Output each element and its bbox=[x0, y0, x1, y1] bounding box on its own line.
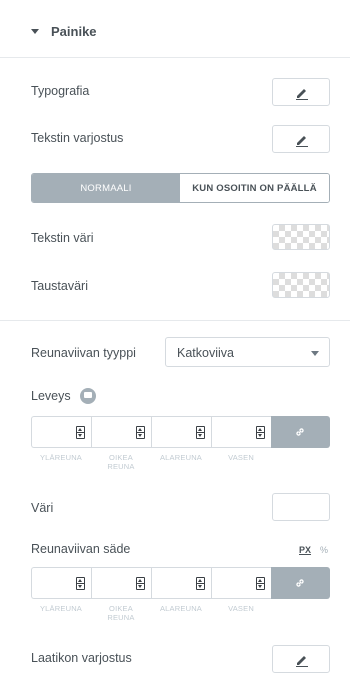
border-radius-side-labels: YLÄREUNA OIKEA REUNA ALAREUNA VASEN bbox=[31, 604, 271, 622]
side-label-bottom: ALAREUNA bbox=[159, 453, 203, 462]
background-color-label: Taustaväri bbox=[31, 279, 88, 293]
border-width-side-labels: YLÄREUNA OIKEA REUNA ALAREUNA VASEN bbox=[31, 453, 271, 471]
border-radius-right-input[interactable] bbox=[91, 567, 151, 599]
border-color-label: Väri bbox=[31, 501, 54, 515]
border-type-label: Reunaviivan tyyppi bbox=[31, 346, 136, 360]
tab-hover[interactable]: KUN OSOITIN ON PÄÄLLÄ bbox=[180, 174, 329, 202]
spinner-icon[interactable] bbox=[256, 577, 265, 590]
tab-normal[interactable]: NORMAALI bbox=[32, 174, 180, 202]
spinner-icon[interactable] bbox=[136, 577, 145, 590]
border-color-picker[interactable] bbox=[272, 493, 330, 521]
spinner-icon[interactable] bbox=[76, 426, 85, 439]
spinner-icon[interactable] bbox=[196, 577, 205, 590]
link-icon bbox=[296, 428, 304, 436]
spinner-icon[interactable] bbox=[76, 577, 85, 590]
pencil-icon bbox=[296, 89, 308, 100]
link-icon bbox=[296, 579, 304, 587]
divider bbox=[0, 320, 350, 321]
background-color-swatch[interactable] bbox=[272, 272, 330, 298]
spinner-icon[interactable] bbox=[256, 426, 265, 439]
state-tabs: NORMAALI KUN OSOITIN ON PÄÄLLÄ bbox=[31, 173, 330, 203]
border-radius-inputs bbox=[31, 567, 330, 599]
box-shadow-edit-button[interactable] bbox=[272, 645, 330, 673]
section-title: Painike bbox=[51, 24, 97, 39]
border-width-right-input[interactable] bbox=[91, 416, 151, 448]
border-radius-link-button[interactable] bbox=[271, 567, 330, 599]
pencil-icon bbox=[296, 136, 308, 147]
pencil-icon bbox=[296, 656, 308, 667]
chevron-down-icon bbox=[311, 351, 319, 356]
border-width-top-input[interactable] bbox=[31, 416, 91, 448]
spinner-icon[interactable] bbox=[196, 426, 205, 439]
border-radius-label: Reunaviivan säde bbox=[31, 542, 131, 556]
caret-down-icon bbox=[31, 29, 39, 34]
border-type-value: Katkoviiva bbox=[177, 346, 234, 360]
border-width-label: Leveys bbox=[31, 389, 71, 403]
unit-percent-toggle[interactable]: % bbox=[320, 545, 328, 555]
box-shadow-label: Laatikon varjostus bbox=[31, 651, 132, 665]
side-label-right: OIKEA REUNA bbox=[107, 604, 135, 622]
text-shadow-edit-button[interactable] bbox=[272, 125, 330, 153]
side-label-left: VASEN bbox=[228, 453, 254, 462]
side-label-top: YLÄREUNA bbox=[39, 453, 83, 462]
spinner-icon[interactable] bbox=[136, 426, 145, 439]
border-width-left-input[interactable] bbox=[211, 416, 271, 448]
border-width-inputs bbox=[31, 416, 330, 448]
border-radius-bottom-input[interactable] bbox=[151, 567, 211, 599]
side-label-right: OIKEA REUNA bbox=[107, 453, 135, 471]
border-width-bottom-input[interactable] bbox=[151, 416, 211, 448]
border-type-select[interactable]: Katkoviiva bbox=[165, 337, 330, 367]
typography-label: Typografia bbox=[31, 84, 90, 98]
desktop-icon[interactable] bbox=[80, 388, 96, 404]
text-color-label: Tekstin väri bbox=[31, 231, 94, 245]
side-label-top: YLÄREUNA bbox=[39, 604, 83, 613]
border-width-link-button[interactable] bbox=[271, 416, 330, 448]
side-label-bottom: ALAREUNA bbox=[159, 604, 203, 613]
text-color-swatch[interactable] bbox=[272, 224, 330, 250]
border-radius-top-input[interactable] bbox=[31, 567, 91, 599]
typography-edit-button[interactable] bbox=[272, 78, 330, 106]
section-header-painike[interactable]: Painike bbox=[0, 0, 350, 58]
side-label-left: VASEN bbox=[228, 604, 254, 613]
unit-px-toggle[interactable]: PX bbox=[299, 545, 311, 555]
text-shadow-label: Tekstin varjostus bbox=[31, 131, 124, 145]
border-radius-left-input[interactable] bbox=[211, 567, 271, 599]
